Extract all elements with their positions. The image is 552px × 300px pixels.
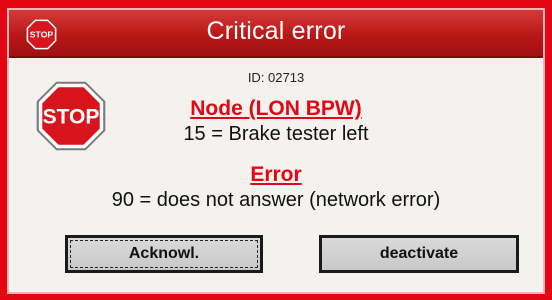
node-value: 15 = Brake tester left — [183, 123, 369, 145]
critical-error-dialog: STOP Critical error STOP ID: 02713 Node … — [7, 8, 545, 294]
error-id: ID: 02713 — [247, 70, 305, 85]
acknowledge-button-label: Acknowl. — [128, 245, 200, 262]
title-bar: STOP Critical error — [9, 10, 543, 58]
deactivate-button[interactable]: deactivate — [319, 235, 519, 273]
acknowledge-button[interactable]: Acknowl. — [65, 235, 263, 273]
deactivate-button-label: deactivate — [379, 245, 459, 262]
error-value: 90 = does not answer (network error) — [111, 189, 441, 211]
dialog-title: Critical error — [206, 17, 346, 45]
node-heading: Node (LON BPW) — [190, 97, 362, 120]
error-heading: Error — [250, 163, 302, 186]
critical-error-frame: STOP Critical error STOP ID: 02713 Node … — [0, 0, 552, 300]
